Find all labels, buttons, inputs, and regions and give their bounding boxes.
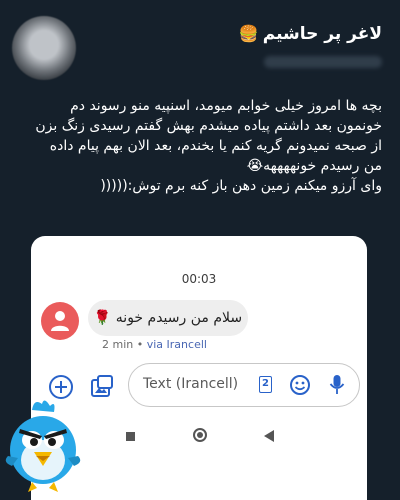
display-name-text: لاغر پر حاشیم [262,24,382,44]
recents-icon[interactable] [126,432,135,441]
profile-avatar[interactable] [12,16,76,80]
blurred-username [264,56,382,68]
message-carrier: via Irancell [146,338,207,351]
person-icon [51,311,69,331]
message-meta: 2 min • via Irancell [102,338,207,351]
emoji-icon[interactable] [289,374,311,396]
message-bubble[interactable]: سلام من رسیدم خونه 🌹 [88,300,248,336]
tweet-text: بچه ها امروز خیلی خوابم میومد، اسنپیه من… [8,96,382,196]
message-time: 2 min [102,338,134,351]
microphone-icon[interactable] [328,373,346,397]
tweet-line: خونمون بعد داشتم پیاده میشدم بهش گفتم رس… [35,118,382,134]
burger-emoji: 🍔 [238,24,259,43]
compose-placeholder: Text (Irancell) [143,376,239,392]
tweet-line: بچه ها امروز خیلی خوابم میومد، اسنپیه من… [70,98,382,114]
contact-avatar[interactable] [41,302,79,340]
sim-select-icon[interactable]: 2 [259,376,272,393]
angry-bird-mascot-icon [5,400,81,492]
back-icon[interactable] [264,430,274,442]
home-icon[interactable] [193,428,207,442]
gallery-icon[interactable] [89,374,115,400]
tweet-line: از صبحه نمیدونم گریه کنم یا بخندم، بعد ا… [49,138,382,154]
message-compose-field[interactable]: Text (Irancell) 2 [128,363,360,407]
conversation-timestamp: 00:03 [181,272,217,286]
tweet-line: من رسیدم خونههههه😭 [246,158,382,174]
display-name[interactable]: لاغر پر حاشیم🍔 [239,24,382,44]
tweet-line: وای آرزو میکنم زمین دهن باز کنه برم توش:… [100,178,382,194]
